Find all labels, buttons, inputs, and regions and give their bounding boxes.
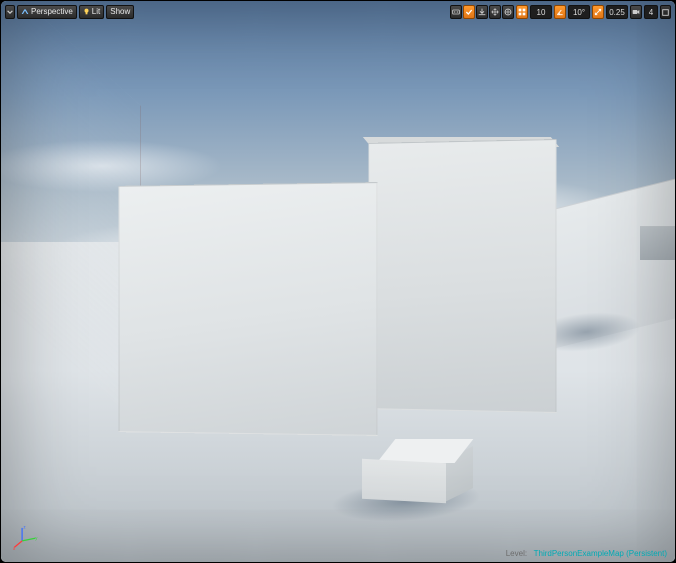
realtime-icon <box>465 8 473 16</box>
camera-speed-icon <box>632 8 640 16</box>
scale-snap-toggle[interactable] <box>592 5 604 19</box>
game-settings-button[interactable] <box>450 5 462 19</box>
view-mode-label: Perspective <box>31 7 73 17</box>
grid-snap-toggle[interactable] <box>516 5 528 19</box>
game-settings-icon <box>452 8 460 16</box>
camera-speed-value-text: 4 <box>649 8 653 17</box>
translate-icon <box>491 8 499 16</box>
level-name[interactable]: ThirdPersonExampleMap (Persistent) <box>534 549 667 558</box>
coord-toggle-icon <box>504 8 512 16</box>
level-label: Level: <box>506 549 527 558</box>
grid-snap-value-text: 10 <box>537 8 546 17</box>
maximize-viewport-button[interactable] <box>660 5 671 19</box>
coord-system-toggle[interactable] <box>502 5 514 19</box>
realtime-toggle[interactable] <box>463 5 475 19</box>
view-mode-dropdown[interactable]: Perspective <box>17 5 77 19</box>
scene-distant-box <box>640 226 675 260</box>
translate-tool-button[interactable] <box>489 5 501 19</box>
show-label: Show <box>110 7 130 17</box>
snap-surface-icon <box>478 8 486 16</box>
angle-snap-value[interactable]: 10° <box>568 5 590 19</box>
editor-viewport[interactable]: Perspective Lit Show <box>0 0 676 563</box>
chevron-down-icon <box>7 9 13 15</box>
angle-snap-icon <box>556 8 564 16</box>
viewport-options-dropdown[interactable] <box>5 5 15 19</box>
angle-snap-toggle[interactable] <box>554 5 566 19</box>
show-dropdown[interactable]: Show <box>106 5 134 19</box>
angle-snap-value-text: 10° <box>573 8 585 17</box>
viewport-toolbar: Perspective Lit Show <box>5 5 671 19</box>
camera-speed-value[interactable]: 4 <box>644 5 658 19</box>
orientation-gizmo[interactable]: z y x <box>13 524 39 550</box>
scene-cube-front <box>362 459 446 503</box>
grid-snap-icon <box>518 8 526 16</box>
scale-snap-icon <box>594 8 602 16</box>
camera-speed-button[interactable] <box>630 5 642 19</box>
perspective-icon <box>21 8 29 16</box>
scale-snap-value-text: 0.25 <box>609 8 625 17</box>
scale-snap-value[interactable]: 0.25 <box>606 5 628 19</box>
gizmo-y-label: y <box>35 536 38 541</box>
lightbulb-icon <box>83 8 90 16</box>
level-status: Level: ThirdPersonExampleMap (Persistent… <box>506 549 667 558</box>
maximize-icon <box>662 9 669 16</box>
snap-surface-button[interactable] <box>476 5 488 19</box>
transform-tool-group <box>450 5 514 19</box>
lit-mode-dropdown[interactable]: Lit <box>79 5 104 19</box>
lit-mode-label: Lit <box>92 7 100 17</box>
scene-wall-block-right <box>368 139 556 413</box>
scene-wall-block-left <box>119 182 378 436</box>
grid-snap-value[interactable]: 10 <box>530 5 552 19</box>
gizmo-z-label: z <box>23 525 26 530</box>
